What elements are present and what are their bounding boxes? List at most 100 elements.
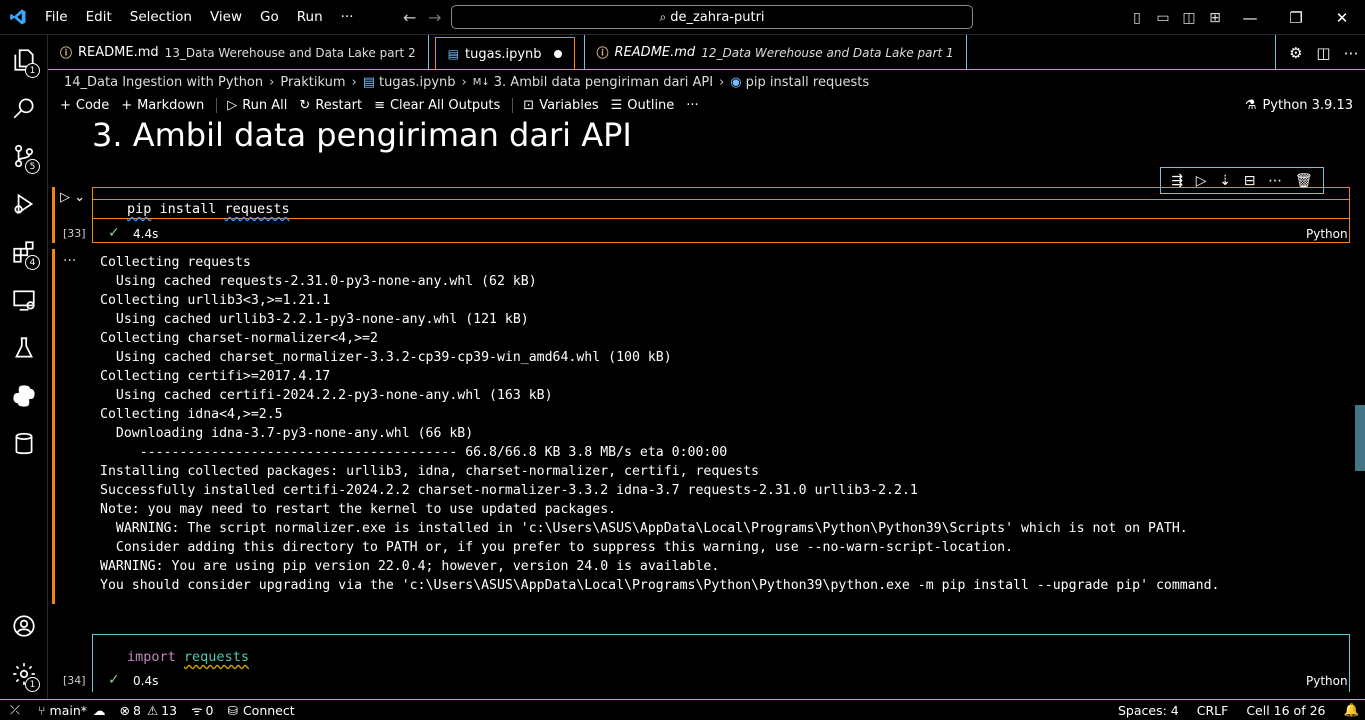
run-all-button[interactable]: ▷ Run All <box>216 97 287 113</box>
command-center-search[interactable]: ⌕ de_zahra-putri <box>451 5 973 29</box>
check-icon: ✓ <box>108 672 120 688</box>
menu-edit[interactable]: Edit <box>77 0 121 35</box>
menu-go[interactable]: Go <box>251 0 288 35</box>
add-code-button[interactable]: + Code <box>60 98 109 113</box>
cell-position[interactable]: Cell 16 of 26 <box>1246 703 1325 718</box>
restore-icon[interactable]: ❐ <box>1273 9 1319 27</box>
branch-indicator[interactable]: ⑂ main* ☁ <box>38 703 106 718</box>
menu-view[interactable]: View <box>201 0 251 35</box>
search-icon: ⌕ <box>659 9 667 24</box>
kernel-picker[interactable]: ⚗ Python 3.9.13 <box>1245 94 1353 116</box>
outline-button[interactable]: ☰ Outline <box>611 98 675 113</box>
cell-language[interactable]: Python <box>1306 674 1348 688</box>
breadcrumb-item[interactable]: 14_Data Ingestion with Python <box>64 75 263 90</box>
source-control-badge: 5 <box>25 159 40 174</box>
customize-layout-icon[interactable]: ⊞ <box>1202 10 1228 26</box>
tab-readme-part1[interactable]: ⓘ README.md 12_Data Werehouse and Data L… <box>585 35 967 70</box>
notifications-bell-icon[interactable]: 🔔 <box>1343 702 1359 718</box>
cell-code[interactable]: import requests <box>127 649 249 665</box>
outline-icon: ☰ <box>610 97 623 113</box>
notebook-icon: ▤ <box>362 74 376 90</box>
more-actions-button[interactable]: ··· <box>686 98 698 113</box>
warning-icon: ⚠ <box>146 702 159 718</box>
cell-language[interactable]: Python <box>1306 227 1348 241</box>
code-cell[interactable]: pip install requests <box>92 187 1350 243</box>
output-more-icon[interactable]: ··· <box>63 253 76 269</box>
menu-more[interactable]: ··· <box>332 0 363 35</box>
output-line: Consider adding this directory to PATH o… <box>100 540 1014 555</box>
output-line: Successfully installed certifi-2024.2.2 … <box>100 483 918 498</box>
output-line: Collecting requests <box>100 255 251 270</box>
output-line: Installing collected packages: urllib3, … <box>100 464 759 479</box>
accounts-icon[interactable] <box>0 602 48 650</box>
source-control-icon[interactable]: 5 <box>0 132 48 180</box>
run-cell-button[interactable]: ▷ ⌄ <box>60 190 85 205</box>
split-editor-icon[interactable]: ◫ <box>1310 44 1338 62</box>
activity-bar: 1 5 4 1 <box>0 35 48 699</box>
database-icon[interactable] <box>0 420 48 468</box>
command-center-label: de_zahra-putri <box>670 9 765 25</box>
code-token: import <box>127 649 176 665</box>
output-line: Using cached requests-2.31.0-py3-none-an… <box>100 274 537 289</box>
output-line: Collecting charset-normalizer<4,>=2 <box>100 331 378 346</box>
code-token: install <box>151 201 225 217</box>
breadcrumb-item[interactable]: tugas.ipynb <box>379 75 456 90</box>
minimize-icon[interactable]: — <box>1227 9 1273 27</box>
cell-code[interactable]: pip install requests <box>127 201 290 217</box>
back-arrow-icon[interactable]: ← <box>403 8 416 27</box>
python-icon[interactable] <box>0 372 48 420</box>
variables-button[interactable]: ⊡ Variables <box>512 97 599 113</box>
output-line: Note: you may need to restart the kernel… <box>100 502 617 517</box>
output-focus-bar <box>52 249 55 604</box>
notebook-icon: ▤ <box>447 47 460 61</box>
search-icon[interactable] <box>0 84 48 132</box>
connect-button[interactable]: ⛁ Connect <box>227 703 294 718</box>
code-token: requests <box>224 201 290 217</box>
execution-count: [34] <box>63 674 86 687</box>
toggle-primary-sidebar-icon[interactable]: ▯ <box>1124 10 1150 26</box>
markdown-icon: M↓ <box>472 76 490 88</box>
testing-icon[interactable] <box>0 324 48 372</box>
settings-gear-icon[interactable]: 1 <box>0 650 48 698</box>
toggle-panel-icon[interactable]: ▭ <box>1150 10 1176 26</box>
tab-label: README.md <box>614 45 696 60</box>
restart-button[interactable]: ↻ Restart <box>299 98 362 113</box>
close-icon[interactable]: ✕ <box>1319 9 1365 27</box>
output-line: You should consider upgrading via the 'c… <box>100 578 1220 593</box>
add-markdown-button[interactable]: + Markdown <box>121 98 204 113</box>
breadcrumb-item[interactable]: 3. Ambil data pengiriman dari API <box>494 75 713 90</box>
scrollbar-thumb[interactable] <box>1355 405 1365 471</box>
remote-explorer-icon[interactable] <box>0 276 48 324</box>
remote-icon[interactable]: ⤫ <box>10 702 20 718</box>
code-cell[interactable]: import requests <box>92 634 1350 692</box>
unsaved-dot-icon[interactable] <box>553 50 562 58</box>
forward-arrow-icon[interactable]: → <box>428 8 441 27</box>
cell-focus-bar <box>52 187 55 243</box>
tab-readme-part2[interactable]: ⓘ README.md 13_Data Werehouse and Data L… <box>48 35 429 70</box>
more-actions-icon[interactable]: ⋯ <box>1337 44 1365 62</box>
branch-icon: ⑂ <box>38 702 46 718</box>
menu-run[interactable]: Run <box>288 0 332 35</box>
problems-indicator[interactable]: ⊗ 8 ⚠ 13 <box>120 703 178 718</box>
kernel-icon: ⚗ <box>1244 97 1257 113</box>
tab-tugas-ipynb[interactable]: ▤ tugas.ipynb <box>434 37 575 70</box>
tab-description: 13_Data Werehouse and Data Lake part 2 <box>164 45 416 60</box>
tab-label: tugas.ipynb <box>465 46 542 62</box>
toggle-secondary-sidebar-icon[interactable]: ◫ <box>1176 10 1202 26</box>
breadcrumb-item[interactable]: pip install requests <box>746 75 869 90</box>
breadcrumb-item[interactable]: Praktikum <box>280 75 345 90</box>
run-debug-icon[interactable] <box>0 180 48 228</box>
breadcrumb: 14_Data Ingestion with Python › Praktiku… <box>64 71 869 93</box>
ports-indicator[interactable]: ᯤ0 <box>191 702 213 719</box>
explorer-icon[interactable]: 1 <box>0 36 48 84</box>
gear-icon[interactable]: ⚙ <box>1282 44 1310 62</box>
menu-file[interactable]: File <box>36 0 77 35</box>
extensions-icon[interactable]: 4 <box>0 228 48 276</box>
execution-count: [33] <box>63 227 86 240</box>
restart-icon: ↻ <box>299 97 311 113</box>
eol-indicator[interactable]: CRLF <box>1197 703 1229 718</box>
execution-time: 0.4s <box>133 674 159 688</box>
indentation-indicator[interactable]: Spaces: 4 <box>1118 703 1179 718</box>
menu-selection[interactable]: Selection <box>121 0 201 35</box>
clear-outputs-button[interactable]: ≡ Clear All Outputs <box>374 98 500 113</box>
